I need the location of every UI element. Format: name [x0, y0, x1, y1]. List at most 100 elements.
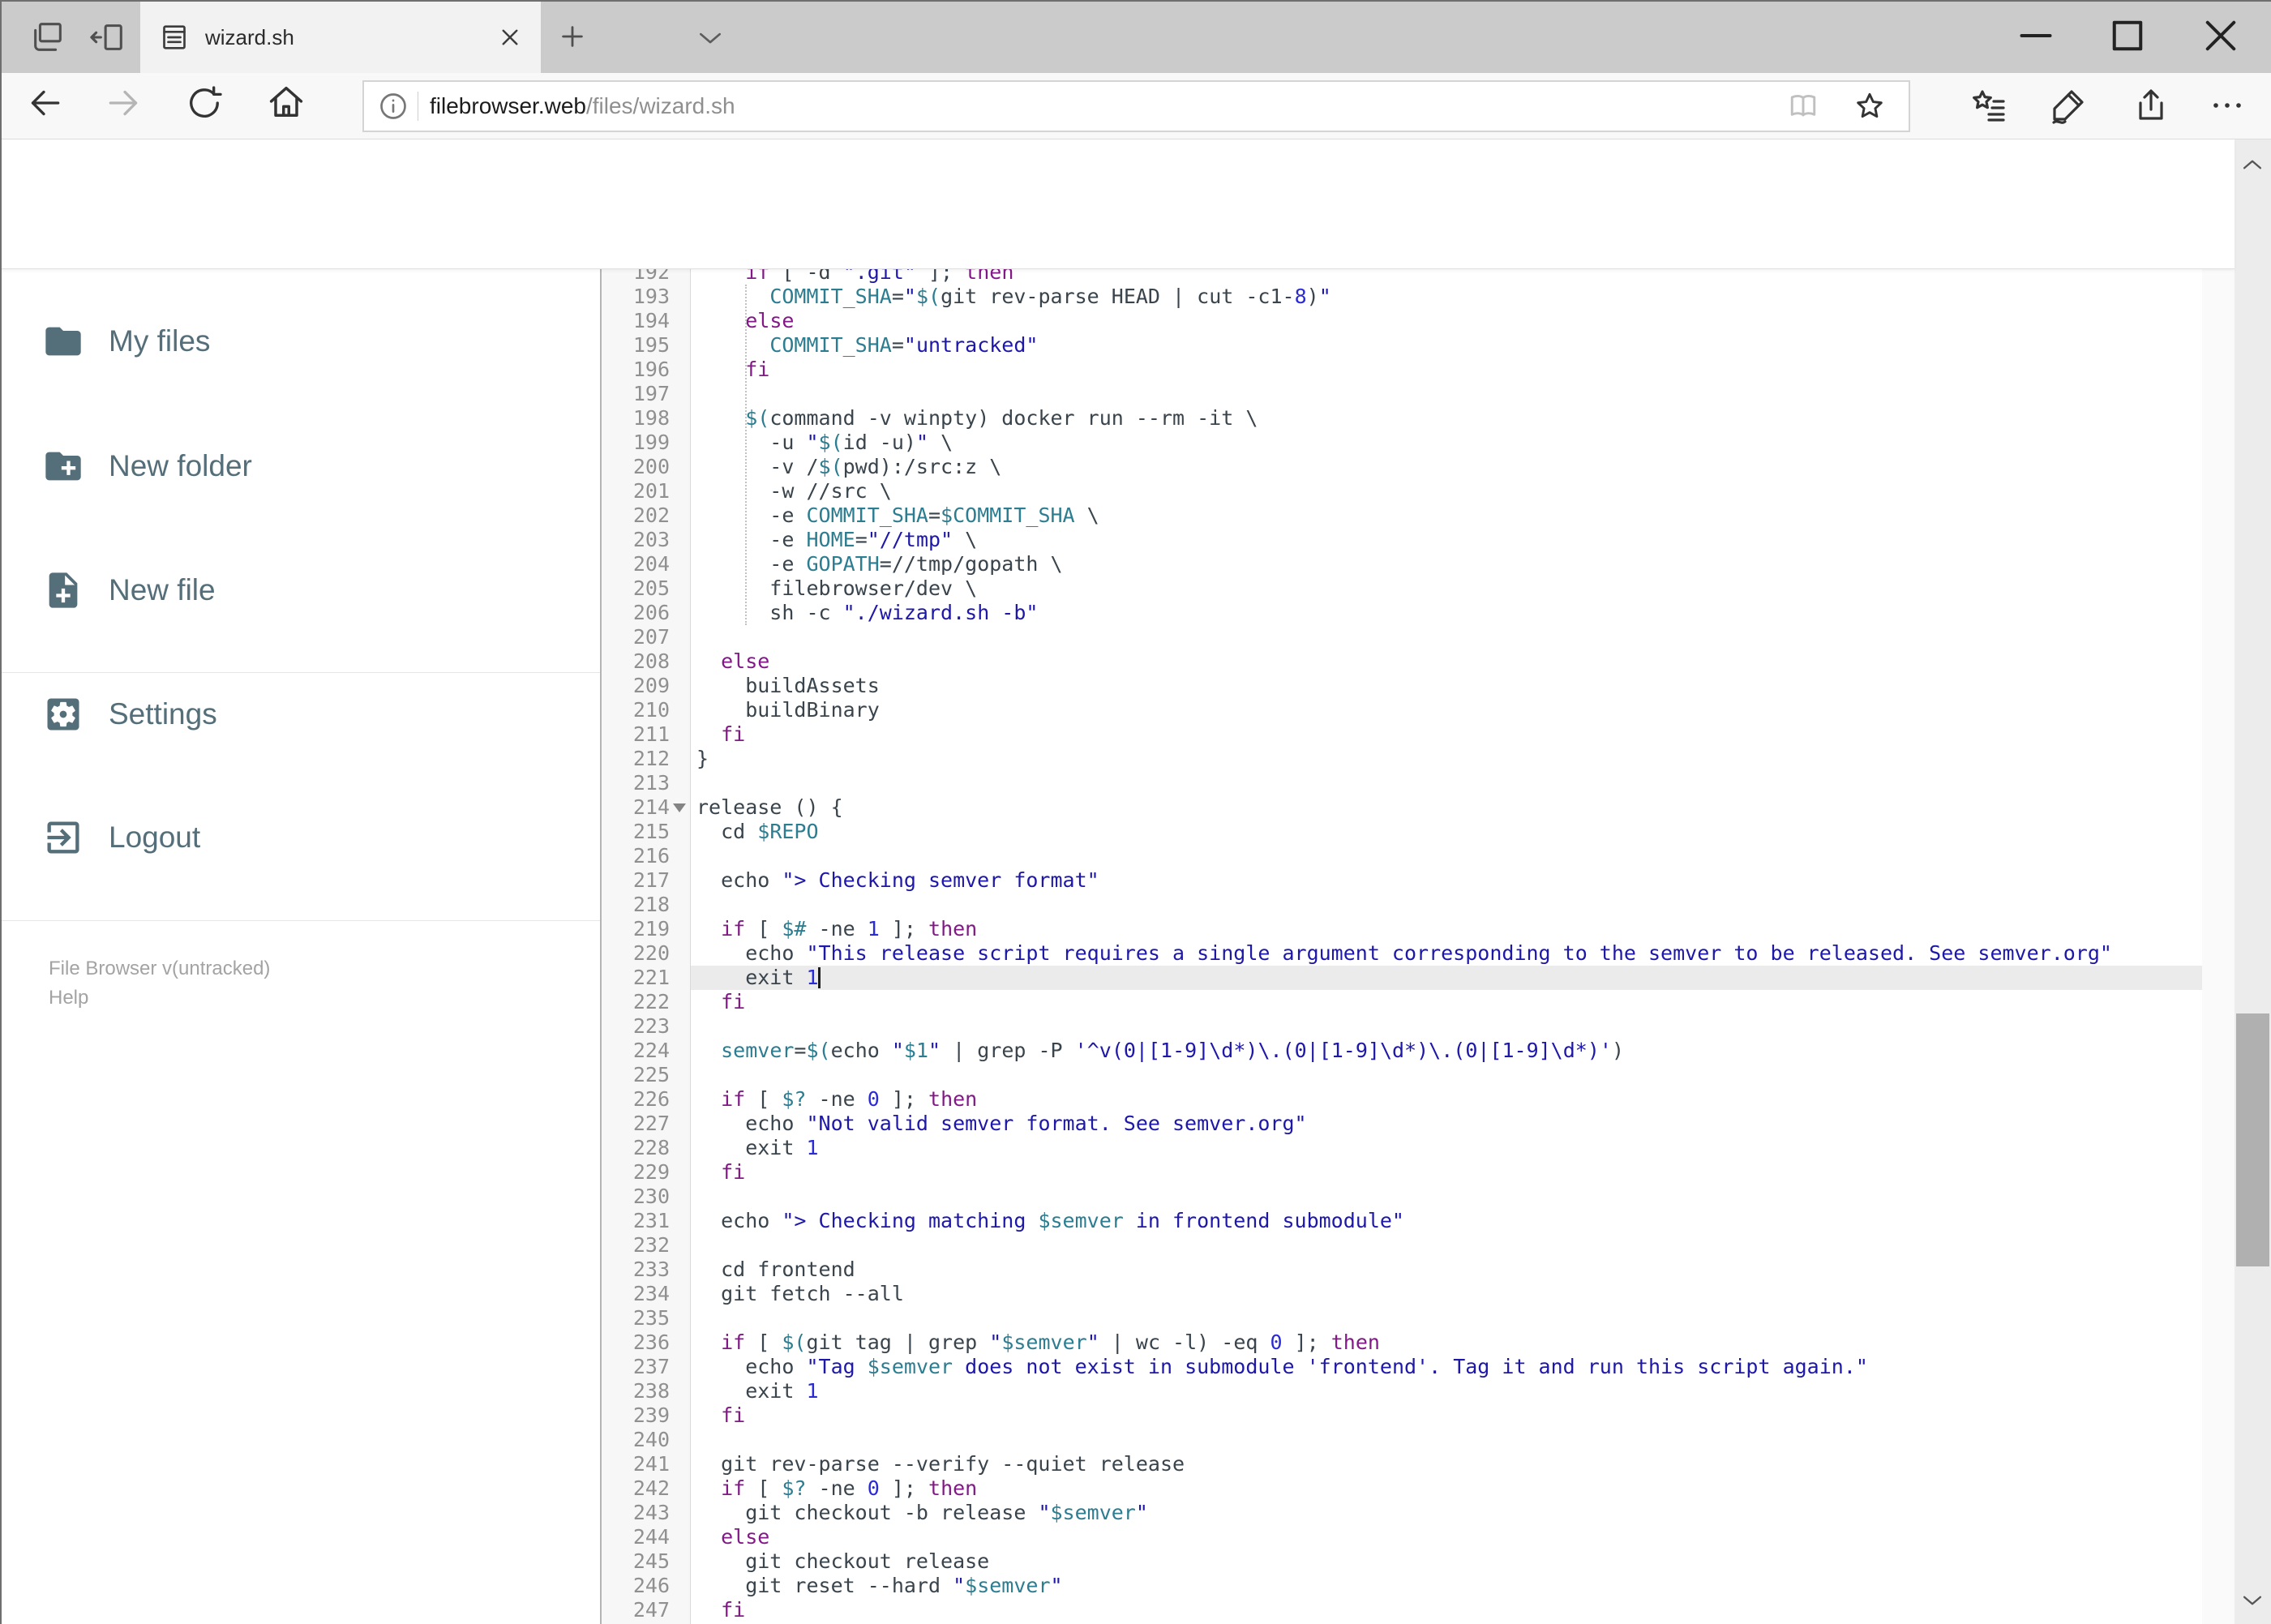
sidebar-item-new-folder[interactable]: New folder [0, 422, 600, 511]
line-number[interactable]: 193 [602, 285, 670, 309]
line-number[interactable]: 229 [602, 1160, 670, 1185]
line-number[interactable]: 219 [602, 917, 670, 941]
line-number[interactable]: 247 [602, 1598, 670, 1622]
line-number[interactable]: 204 [602, 552, 670, 576]
line-number[interactable]: 216 [602, 844, 670, 868]
code-line[interactable]: $(command -v winpty) docker run --rm -it… [691, 406, 2202, 431]
page-scrollbar[interactable] [2235, 139, 2271, 1624]
line-number[interactable]: 197 [602, 382, 670, 406]
line-number[interactable]: 199 [602, 431, 670, 455]
code-line[interactable]: -e COMMIT_SHA=$COMMIT_SHA \ [691, 503, 2202, 528]
line-number[interactable]: 215 [602, 820, 670, 844]
code-line[interactable]: if [ $# -ne 1 ]; then [691, 917, 2202, 941]
favorite-star-icon[interactable] [1852, 88, 1888, 124]
line-number[interactable]: 198 [602, 406, 670, 431]
code-line[interactable]: -w //src \ [691, 479, 2202, 503]
scroll-up-icon[interactable] [2239, 151, 2266, 178]
code-line[interactable] [691, 1233, 2202, 1258]
line-number[interactable]: 235 [602, 1306, 670, 1330]
code-line[interactable]: filebrowser/dev \ [691, 576, 2202, 601]
line-number[interactable]: 228 [602, 1136, 670, 1160]
line-number[interactable]: 209 [602, 674, 670, 698]
line-number[interactable]: 217 [602, 868, 670, 893]
line-number[interactable]: 244 [602, 1525, 670, 1549]
code-line[interactable] [691, 625, 2202, 649]
line-number[interactable]: 211 [602, 722, 670, 747]
code-line[interactable] [691, 1063, 2202, 1087]
sidebar-item-logout[interactable]: Logout [0, 793, 600, 882]
line-number[interactable]: 214 [602, 795, 670, 820]
code-line[interactable]: echo "> Checking matching $semver in fro… [691, 1209, 2202, 1233]
code-line[interactable]: echo "Tag $semver does not exist in subm… [691, 1355, 2202, 1379]
code-line[interactable]: COMMIT_SHA="untracked" [691, 333, 2202, 358]
code-line[interactable]: git checkout -b release "$semver" [691, 1501, 2202, 1525]
code-line[interactable]: buildAssets [691, 674, 2202, 698]
maximize-icon[interactable] [2103, 16, 2152, 55]
line-number[interactable]: 234 [602, 1282, 670, 1306]
code-line[interactable]: echo "> Checking semver format" [691, 868, 2202, 893]
code-line[interactable] [691, 893, 2202, 917]
code-line[interactable] [691, 1428, 2202, 1452]
code-line[interactable]: semver=$(echo "$1" | grep -P '^v(0|[1-9]… [691, 1039, 2202, 1063]
sidebar-item-settings[interactable]: Settings [0, 670, 600, 759]
refresh-icon[interactable] [184, 83, 225, 123]
line-number[interactable]: 212 [602, 747, 670, 771]
code-line[interactable]: git fetch --all [691, 1282, 2202, 1306]
help-link[interactable]: Help [49, 983, 270, 1013]
code-line[interactable]: if [ -d ".git" ]; then [691, 269, 2202, 285]
line-number[interactable]: 203 [602, 528, 670, 552]
line-number[interactable]: 236 [602, 1330, 670, 1355]
sidebar-item-new-file[interactable]: New file [0, 546, 600, 635]
back-icon[interactable] [24, 83, 65, 123]
home-icon[interactable] [265, 81, 307, 123]
reading-view-icon[interactable] [1785, 88, 1821, 124]
code-line[interactable] [691, 1185, 2202, 1209]
page-info-icon[interactable] [377, 90, 409, 122]
code-line[interactable]: sh -c "./wizard.sh -b" [691, 601, 2202, 625]
forward-icon[interactable] [104, 83, 144, 123]
code-line[interactable]: -e GOPATH=//tmp/gopath \ [691, 552, 2202, 576]
line-number[interactable]: 243 [602, 1501, 670, 1525]
line-number[interactable]: 201 [602, 479, 670, 503]
line-number[interactable]: 223 [602, 1014, 670, 1039]
code-line[interactable]: exit 1 [691, 1136, 2202, 1160]
code-line[interactable]: if [ $? -ne 0 ]; then [691, 1087, 2202, 1112]
hub-icon[interactable] [1969, 83, 2007, 128]
line-number[interactable]: 200 [602, 455, 670, 479]
address-bar[interactable]: filebrowser.web/files/wizard.sh [362, 80, 1910, 132]
line-number[interactable]: 227 [602, 1112, 670, 1136]
code-line[interactable] [691, 1014, 2202, 1039]
tab-list-chevron-icon[interactable] [694, 24, 726, 54]
code-line[interactable]: COMMIT_SHA="$(git rev-parse HEAD | cut -… [691, 285, 2202, 309]
code-line[interactable]: cd frontend [691, 1258, 2202, 1282]
code-line[interactable]: cd $REPO [691, 820, 2202, 844]
line-number[interactable]: 233 [602, 1258, 670, 1282]
share-icon[interactable] [2129, 83, 2168, 128]
line-number[interactable]: 241 [602, 1452, 670, 1476]
sidebar-item-my-files[interactable]: My files [0, 297, 600, 386]
code-line[interactable] [691, 771, 2202, 795]
code-line[interactable] [691, 382, 2202, 406]
code-line[interactable]: exit 1 [691, 1379, 2202, 1403]
code-line[interactable]: if [ $? -ne 0 ]; then [691, 1476, 2202, 1501]
code-line[interactable]: if [ $(git tag | grep "$semver" | wc -l)… [691, 1330, 2202, 1355]
browser-tab[interactable]: wizard.sh [140, 2, 541, 73]
code-line[interactable]: release () { [691, 795, 2202, 820]
line-number[interactable]: 225 [602, 1063, 670, 1087]
web-note-pen-icon[interactable] [2049, 83, 2088, 128]
code-line[interactable]: fi [691, 1403, 2202, 1428]
line-number[interactable]: 205 [602, 576, 670, 601]
close-icon[interactable] [2196, 16, 2245, 55]
fold-arrow-icon[interactable] [673, 803, 686, 812]
line-number[interactable]: 218 [602, 893, 670, 917]
line-number[interactable]: 196 [602, 358, 670, 382]
line-number[interactable]: 240 [602, 1428, 670, 1452]
code-line[interactable]: echo "Not valid semver format. See semve… [691, 1112, 2202, 1136]
line-number[interactable]: 195 [602, 333, 670, 358]
line-number[interactable]: 222 [602, 990, 670, 1014]
url-text[interactable]: filebrowser.web/files/wizard.sh [430, 93, 735, 119]
code-line[interactable]: -u "$(id -u)" \ [691, 431, 2202, 455]
line-number[interactable]: 238 [602, 1379, 670, 1403]
tab-close-icon[interactable] [495, 23, 525, 52]
code-line[interactable]: git rev-parse --verify --quiet release [691, 1452, 2202, 1476]
